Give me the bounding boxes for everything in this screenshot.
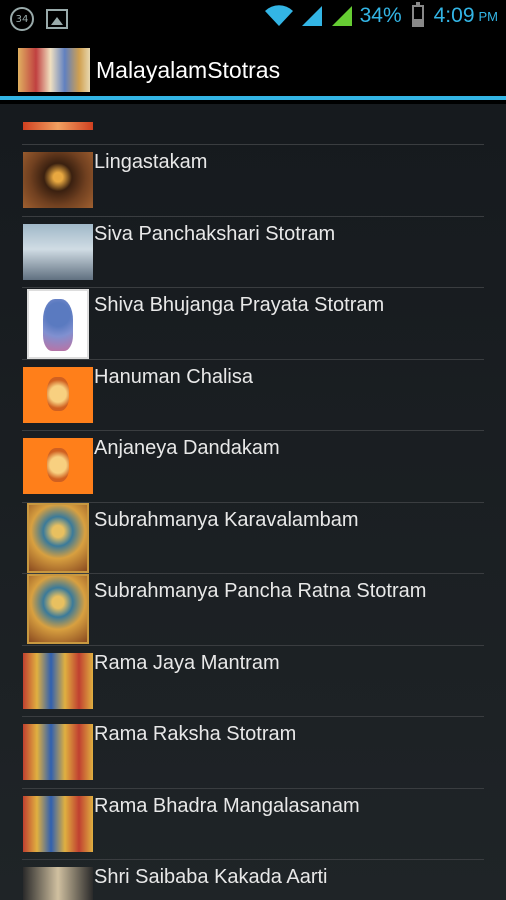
list-item[interactable]: Hanuman Chalisa	[22, 360, 484, 431]
battery-icon	[411, 2, 424, 27]
deity-figure	[43, 299, 73, 351]
list-item[interactable]: Lingastakam	[22, 145, 484, 217]
item-label: Siva Panchakshari Stotram	[94, 222, 336, 245]
wifi-icon	[264, 5, 293, 27]
list-container: Lingastakam Siva Panchakshari Stotram Shiv…	[0, 104, 506, 900]
list-item[interactable]: Shri Saibaba Kakada Aarti	[22, 860, 484, 900]
item-label: Hanuman Chalisa	[94, 365, 253, 388]
item-thumbnail	[23, 152, 93, 208]
item-label: Rama Jaya Mantram	[94, 651, 280, 674]
status-right: 34% 4:09 PM	[264, 2, 499, 28]
list-item[interactable]: Rama Bhadra Mangalasanam	[22, 789, 484, 860]
signal-icon	[331, 6, 352, 26]
list-item[interactable]: Anjaneya Dandakam	[22, 431, 484, 503]
item-thumbnail	[27, 574, 89, 644]
deity-figure	[47, 448, 69, 482]
notification-circle-icon: 34	[10, 7, 34, 31]
clock-time: 4:09	[433, 4, 475, 27]
list-item[interactable]: Rama Jaya Mantram	[22, 646, 484, 717]
list-item[interactable]: Shiva Bhujanga Prayata Stotram	[22, 288, 484, 360]
item-label: Lingastakam	[94, 151, 208, 173]
item-thumbnail	[23, 438, 93, 494]
clock-ampm: PM	[478, 8, 499, 24]
list-item[interactable]: Subrahmanya Karavalambam	[22, 502, 484, 574]
stotra-list: Lingastakam Siva Panchakshari Stotram Shiv…	[22, 122, 484, 900]
app-icon[interactable]	[18, 48, 90, 92]
item-label: Subrahmanya Pancha Ratna Stotram	[94, 580, 427, 602]
item-thumbnail	[27, 289, 89, 359]
item-label: Subrahmanya Karavalambam	[94, 508, 359, 531]
item-label: Shri Saibaba Kakada Aarti	[94, 866, 328, 888]
status-bar: 34 34% 4:09 PM	[0, 0, 506, 38]
item-thumbnail	[23, 223, 93, 280]
item-thumbnail	[23, 867, 93, 900]
header-image-strip	[23, 122, 93, 130]
action-bar: MalayalamStotras	[0, 38, 506, 100]
list-item[interactable]: Siva Panchakshari Stotram	[22, 217, 484, 288]
item-thumbnail	[23, 652, 93, 709]
list-item[interactable]: Subrahmanya Pancha Ratna Stotram	[22, 574, 484, 646]
deity-figure	[47, 376, 69, 411]
gallery-icon	[46, 9, 68, 29]
item-thumbnail	[27, 502, 89, 573]
item-label: Rama Bhadra Mangalasanam	[94, 794, 360, 817]
item-thumbnail	[23, 724, 93, 780]
app-title: MalayalamStotras	[96, 57, 281, 83]
item-label: Rama Raksha Stotram	[94, 723, 297, 745]
battery-percent: 34%	[359, 4, 402, 27]
signal-icon	[301, 6, 322, 26]
item-label: Anjaneya Dandakam	[94, 437, 280, 459]
item-thumbnail	[23, 795, 93, 852]
item-label: Shiva Bhujanga Prayata Stotram	[94, 294, 385, 316]
list-item[interactable]: Rama Raksha Stotram	[22, 717, 484, 789]
item-thumbnail	[23, 366, 93, 423]
status-left: 34	[10, 7, 68, 31]
